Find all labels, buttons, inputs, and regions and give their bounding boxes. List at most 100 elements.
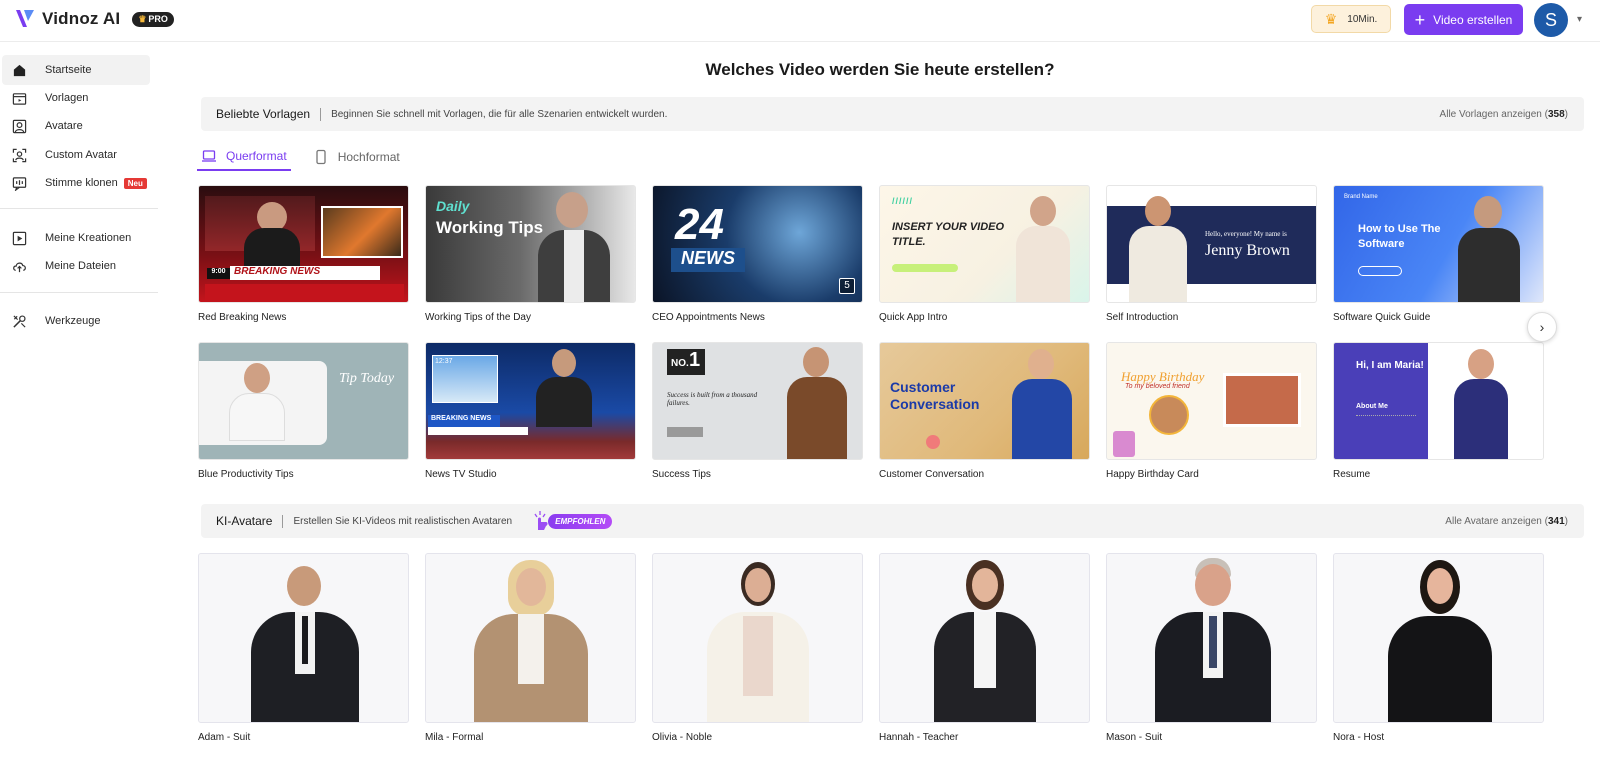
template-title: Red Breaking News bbox=[198, 312, 287, 323]
avatar-thumbnail bbox=[1106, 553, 1317, 723]
top-bar: Vidnoz AI ♛ PRO ♛ 10Min. + Video erstelle… bbox=[0, 0, 1600, 42]
template-card[interactable]: Daily Working Tips Working Tips of the D… bbox=[425, 185, 636, 323]
plus-icon: + bbox=[1414, 9, 1426, 30]
template-title: CEO Appointments News bbox=[652, 312, 765, 323]
create-video-label: Video erstellen bbox=[1433, 12, 1513, 27]
section-description: Erstellen Sie KI-Videos mit realistische… bbox=[293, 515, 513, 527]
logo[interactable]: Vidnoz AI ♛ PRO bbox=[14, 7, 174, 31]
template-title: Success Tips bbox=[652, 469, 711, 480]
custom-avatar-icon bbox=[11, 147, 27, 163]
user-avatar[interactable]: S bbox=[1534, 3, 1568, 37]
avatar-card[interactable]: Mason - Suit bbox=[1106, 553, 1317, 743]
credits-indicator[interactable]: ♛ 10Min. bbox=[1311, 5, 1391, 33]
template-card[interactable]: 24 NEWS 5 CEO Appointments News bbox=[652, 185, 863, 323]
templates-section-header: Beliebte Vorlagen Beginnen Sie schnell m… bbox=[201, 97, 1584, 131]
template-card[interactable]: Customer Conversation Customer Conversat… bbox=[879, 342, 1090, 480]
template-card[interactable]: Tip Today Blue Productivity Tips bbox=[198, 342, 409, 480]
create-video-button[interactable]: + Video erstellen bbox=[1404, 4, 1523, 35]
template-thumbnail: 24 NEWS 5 bbox=[652, 185, 863, 303]
template-card[interactable]: ////// INSERT YOUR VIDEO TITLE. Quick Ap… bbox=[879, 185, 1090, 323]
page-title: Welches Video werden Sie heute erstellen… bbox=[705, 60, 1055, 79]
template-title: Software Quick Guide bbox=[1333, 312, 1431, 323]
slide-count-badge: 5 bbox=[839, 278, 855, 294]
section-separator bbox=[282, 514, 284, 528]
crown-icon: ♛ bbox=[1324, 10, 1338, 27]
template-thumbnail: 9:00 BREAKING NEWS bbox=[198, 185, 409, 303]
sidebar-item-werkzeuge[interactable]: Werkzeuge bbox=[2, 306, 150, 336]
template-card[interactable]: NO. 1 Success is built from a thousand fa… bbox=[652, 342, 863, 480]
voice-clone-icon bbox=[11, 175, 27, 191]
crown-icon: ♛ bbox=[138, 13, 147, 24]
sidebar-item-label: Werkzeuge bbox=[45, 315, 101, 327]
template-card[interactable]: Hello, everyone! My name is Jenny Brown … bbox=[1106, 185, 1317, 323]
sidebar: Startseite Vorlagen Avatare Custom Avata… bbox=[0, 43, 160, 765]
tools-icon bbox=[11, 313, 27, 329]
template-thumbnail: ////// INSERT YOUR VIDEO TITLE. bbox=[879, 185, 1090, 303]
upload-icon bbox=[11, 258, 27, 274]
template-title: Blue Productivity Tips bbox=[198, 469, 294, 480]
avatar-name: Adam - Suit bbox=[198, 732, 251, 743]
template-card[interactable]: Brand Name How to Use The Software Softw… bbox=[1333, 185, 1544, 323]
section-description: Beginnen Sie schnell mit Vorlagen, die f… bbox=[331, 108, 668, 120]
sidebar-item-meine-kreationen[interactable]: Meine Kreationen bbox=[2, 223, 150, 253]
template-thumbnail: Brand Name How to Use The Software bbox=[1333, 185, 1544, 303]
template-title: Quick App Intro bbox=[879, 312, 948, 323]
sidebar-item-avatare[interactable]: Avatare bbox=[2, 111, 150, 141]
home-icon bbox=[11, 62, 27, 78]
vidnoz-logo-icon bbox=[16, 10, 34, 27]
avatar-name: Nora - Host bbox=[1333, 732, 1385, 743]
template-card[interactable]: 9:00 BREAKING NEWS Red Breaking News bbox=[198, 185, 409, 323]
template-thumbnail: Customer Conversation bbox=[879, 342, 1090, 460]
sidebar-item-stimme-klonen[interactable]: Stimme klonen Neu bbox=[2, 168, 150, 198]
sidebar-item-meine-dateien[interactable]: Meine Dateien bbox=[2, 251, 150, 281]
template-thumbnail: Hello, everyone! My name is Jenny Brown bbox=[1106, 185, 1317, 303]
laptop-icon bbox=[202, 150, 216, 162]
view-all-templates-link[interactable]: Alle Vorlagen anzeigen (358) bbox=[1440, 109, 1568, 120]
sidebar-item-custom-avatar[interactable]: Custom Avatar bbox=[2, 140, 150, 170]
chevron-right-icon: › bbox=[1539, 319, 1545, 335]
template-thumbnail: Daily Working Tips bbox=[425, 185, 636, 303]
main-content: Welches Video werden Sie heute erstellen… bbox=[160, 43, 1600, 765]
carousel-next-button[interactable]: › bbox=[1527, 312, 1557, 342]
view-all-avatars-link[interactable]: Alle Avatare anzeigen (341) bbox=[1445, 516, 1568, 527]
template-title: Resume bbox=[1333, 469, 1371, 480]
avatar-card[interactable]: Hannah - Teacher bbox=[879, 553, 1090, 743]
avatar-card[interactable]: Nora - Host bbox=[1333, 553, 1544, 743]
avatar-card[interactable]: Olivia - Noble bbox=[652, 553, 863, 743]
news-inset-image bbox=[321, 206, 403, 258]
sidebar-item-label: Avatare bbox=[45, 120, 83, 132]
credits-value: 10Min. bbox=[1347, 13, 1378, 25]
sidebar-item-label: Custom Avatar bbox=[45, 149, 117, 161]
avatar-name: Mila - Formal bbox=[425, 732, 484, 743]
tab-querformat[interactable]: Querformat bbox=[197, 143, 291, 171]
pro-badge: ♛ PRO bbox=[132, 11, 174, 27]
sidebar-item-label: Meine Dateien bbox=[45, 260, 116, 272]
sidebar-item-startseite[interactable]: Startseite bbox=[2, 55, 150, 85]
new-badge: Neu bbox=[123, 177, 147, 189]
avatar-card[interactable]: Adam - Suit bbox=[198, 553, 409, 743]
avatar-thumbnail bbox=[1333, 553, 1544, 723]
template-card[interactable]: 12:37 BREAKING NEWS News TV Studio bbox=[425, 342, 636, 480]
template-title: Customer Conversation bbox=[879, 469, 985, 480]
avatar-card[interactable]: Mila - Formal bbox=[425, 553, 636, 743]
avatar-thumbnail bbox=[652, 553, 863, 723]
avatar-thumbnail bbox=[425, 553, 636, 723]
template-card[interactable]: Hi, I am Maria! About Me Resume bbox=[1333, 342, 1544, 480]
sidebar-item-vorlagen[interactable]: Vorlagen bbox=[2, 83, 150, 113]
sidebar-divider bbox=[0, 208, 158, 209]
sidebar-item-label: Vorlagen bbox=[45, 92, 89, 104]
template-thumbnail: Tip Today bbox=[198, 342, 409, 460]
template-title: News TV Studio bbox=[425, 469, 497, 480]
tab-hochformat[interactable]: Hochformat bbox=[309, 143, 404, 171]
avatar-name: Hannah - Teacher bbox=[879, 732, 959, 743]
app-name: Vidnoz AI bbox=[42, 9, 121, 28]
template-card[interactable]: Happy Birthday To my beloved friend Happ… bbox=[1106, 342, 1317, 480]
template-thumbnail: NO. 1 Success is built from a thousand fa… bbox=[652, 342, 863, 460]
avatar-icon bbox=[11, 118, 27, 134]
avatar-thumbnail bbox=[879, 553, 1090, 723]
chevron-down-icon[interactable]: ▾ bbox=[1577, 14, 1582, 25]
avatar-name: Mason - Suit bbox=[1106, 732, 1163, 743]
template-title: Working Tips of the Day bbox=[425, 312, 531, 323]
sidebar-item-label: Startseite bbox=[45, 64, 92, 76]
template-thumbnail: Hi, I am Maria! About Me bbox=[1333, 342, 1544, 460]
